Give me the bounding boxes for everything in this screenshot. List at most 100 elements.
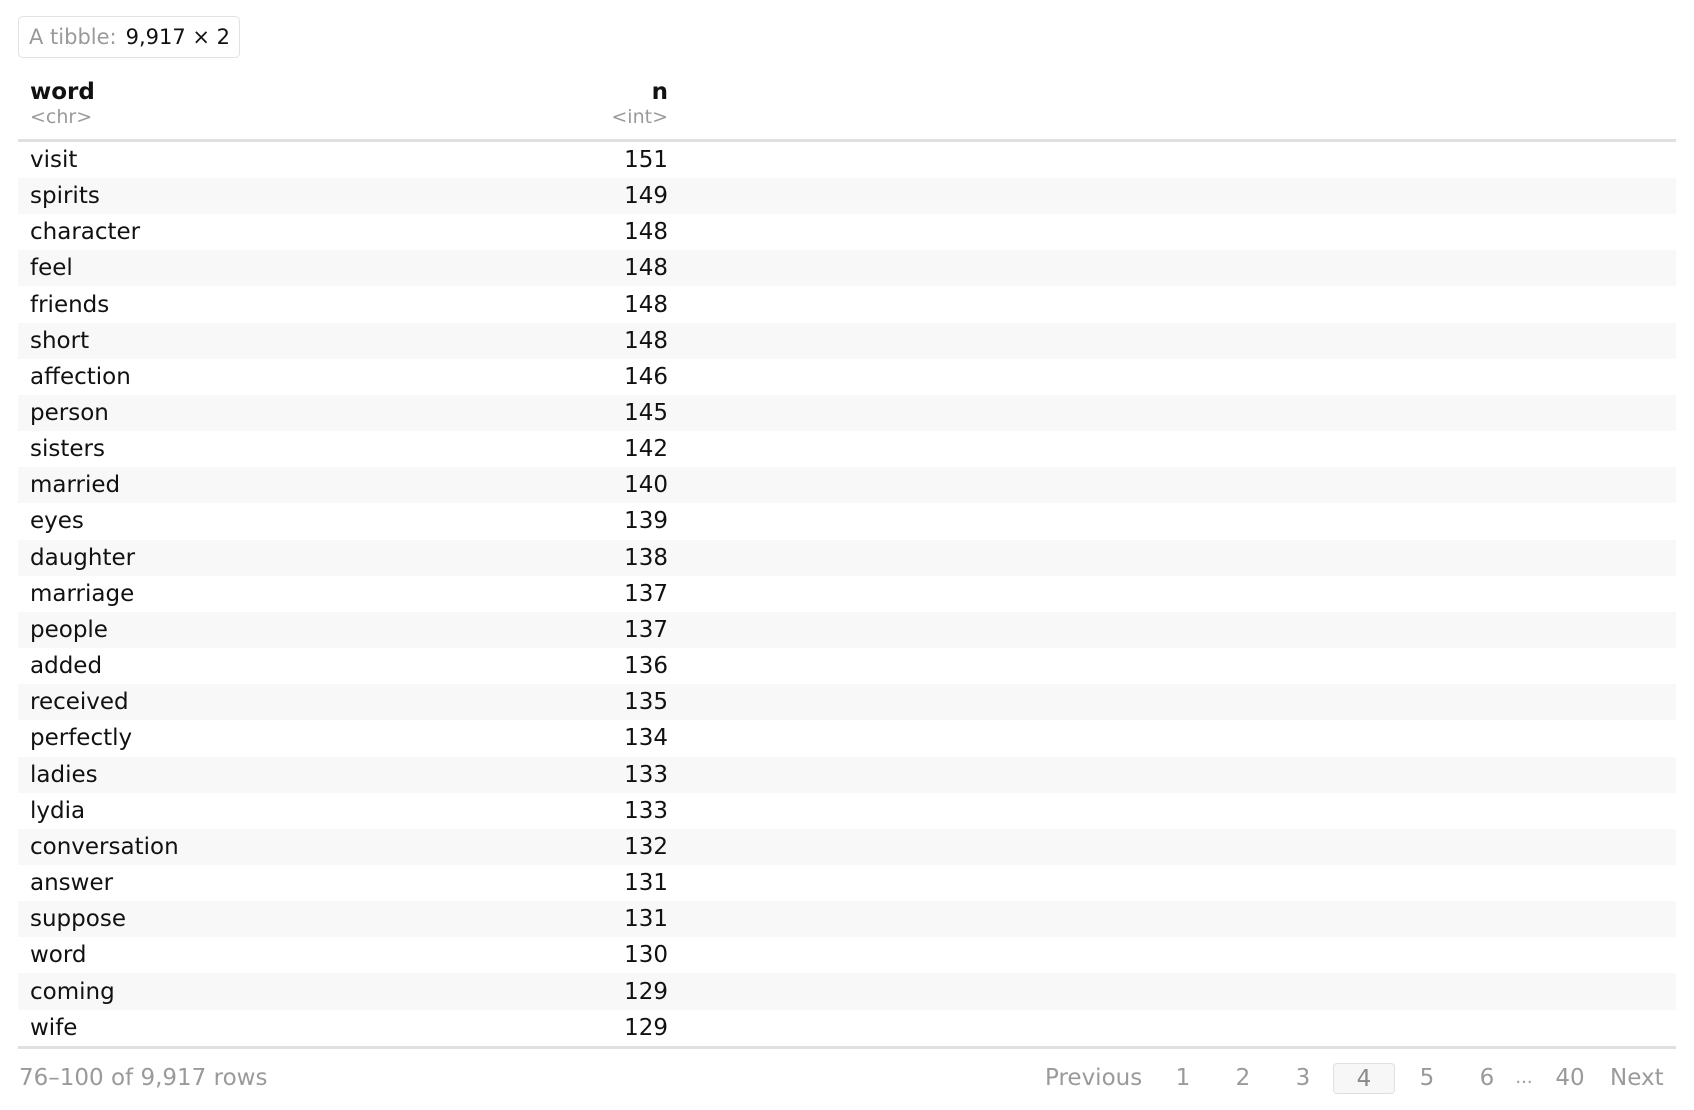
cell-spacer — [668, 756, 1676, 793]
table-row: added 136 — [18, 648, 1676, 684]
cell-n: 145 — [338, 394, 668, 432]
column-type: <chr> — [30, 106, 93, 128]
page-button-6[interactable]: 6 — [1470, 1061, 1504, 1095]
table-row: people 137 — [18, 611, 1676, 649]
table-row: feel 148 — [18, 250, 1676, 287]
cell-n: 130 — [624, 942, 668, 969]
cell-spacer — [668, 467, 1676, 504]
table-row: married 140 — [18, 467, 1676, 504]
cell-spacer — [668, 865, 1676, 901]
page-button-3[interactable]: 3 — [1286, 1061, 1320, 1095]
caption-label: A tibble: — [29, 25, 117, 49]
cell-spacer — [668, 1009, 1676, 1049]
page-button-last[interactable]: 40 — [1551, 1061, 1589, 1095]
cell-word: visit — [30, 147, 78, 173]
cell-n: 142 — [624, 436, 668, 463]
pagination-ellipsis: ... — [1515, 1067, 1533, 1088]
cell-spacer — [668, 684, 1676, 721]
cell-n: 148 — [338, 322, 668, 359]
table-body: visit 151 spirits 149 character 148 feel 148 fri… — [18, 141, 1676, 1049]
cell-spacer — [668, 431, 1676, 467]
cell-word: added — [30, 653, 103, 680]
cell-spacer — [668, 250, 1676, 287]
column-name: n — [651, 79, 668, 105]
cell-word: affection — [30, 363, 131, 390]
column-name: word — [30, 79, 95, 105]
cell-word: suppose — [18, 901, 338, 938]
cell-spacer — [668, 828, 1676, 865]
cell-word: eyes — [30, 508, 84, 535]
cell-spacer — [668, 793, 1676, 829]
table-row: lydia 133 — [18, 793, 1676, 829]
cell-n: 136 — [624, 653, 668, 680]
table-row: ladies 133 — [18, 756, 1676, 793]
cell-n: 135 — [338, 684, 668, 721]
cell-spacer — [668, 611, 1676, 649]
table-row: received 135 — [18, 684, 1676, 721]
cell-word: answer — [30, 870, 114, 897]
tibble-caption: A tibble: 9,917 × 2 — [18, 16, 241, 58]
table-row: visit 151 — [18, 141, 1676, 179]
cell-word: sisters — [30, 436, 105, 463]
cell-spacer — [668, 937, 1676, 973]
data-table-container: word <chr> n <int> visit 151 spirits 149 cha… — [18, 78, 1676, 1049]
column-header-spacer — [668, 78, 1676, 142]
cell-n: 148 — [338, 250, 668, 287]
cell-word: coming — [18, 973, 338, 1010]
cell-word: wife — [18, 1009, 338, 1049]
cell-spacer — [668, 901, 1676, 938]
cell-word: friends — [30, 291, 110, 318]
table-row: perfectly 134 — [18, 720, 1676, 756]
column-type: <int> — [611, 106, 668, 128]
cell-n: 140 — [338, 467, 668, 504]
table-row: person 145 — [18, 394, 1676, 432]
cell-word: word — [30, 942, 87, 969]
previous-page-button[interactable]: Previous — [1045, 1061, 1143, 1095]
cell-word: daughter — [18, 539, 338, 576]
cell-n: 151 — [624, 147, 668, 173]
cell-n: 148 — [624, 219, 668, 246]
cell-n: 146 — [624, 363, 668, 390]
cell-spacer — [668, 214, 1676, 250]
next-page-button[interactable]: Next — [1610, 1061, 1670, 1095]
cell-n: 137 — [338, 611, 668, 649]
cell-word: person — [18, 394, 338, 432]
cell-spacer — [668, 973, 1676, 1010]
table-row: friends 148 — [18, 286, 1676, 322]
cell-n: 139 — [624, 508, 668, 535]
table-row: character 148 — [18, 214, 1676, 250]
cell-word: marriage — [30, 580, 135, 607]
cell-n: 137 — [624, 580, 668, 607]
page-button-5[interactable]: 5 — [1410, 1061, 1444, 1095]
column-header-word: word <chr> — [18, 78, 338, 142]
cell-n: 149 — [338, 178, 668, 215]
table-row: word 130 — [18, 937, 1676, 973]
table-row: wife 129 — [18, 1009, 1676, 1049]
cell-spacer — [668, 178, 1676, 215]
table-row: eyes 139 — [18, 503, 1676, 539]
cell-word: feel — [18, 250, 338, 287]
cell-word: married — [18, 467, 338, 504]
cell-n: 129 — [338, 973, 668, 1010]
cell-spacer — [668, 141, 1676, 179]
table-row: short 148 — [18, 322, 1676, 359]
column-header-n: n <int> — [338, 78, 668, 142]
cell-word: perfectly — [30, 725, 133, 752]
cell-word: character — [30, 219, 141, 246]
table-row: coming 129 — [18, 973, 1676, 1010]
cell-word: people — [18, 611, 338, 649]
page-button-1[interactable]: 1 — [1166, 1061, 1200, 1095]
cell-n: 133 — [624, 797, 668, 824]
page-button-2[interactable]: 2 — [1226, 1061, 1260, 1095]
cell-n: 132 — [338, 828, 668, 865]
page-button-4-current[interactable]: 4 — [1333, 1063, 1395, 1094]
cell-spacer — [668, 503, 1676, 539]
pagination: Previous 1 2 3 4 5 6 ... 40 Next — [0, 1061, 1694, 1095]
cell-n: 134 — [624, 725, 668, 752]
cell-n: 148 — [624, 291, 668, 318]
cell-spacer — [668, 648, 1676, 684]
cell-word: lydia — [30, 797, 86, 824]
cell-n: 138 — [338, 539, 668, 576]
cell-spacer — [668, 539, 1676, 576]
table-row: marriage 137 — [18, 576, 1676, 612]
